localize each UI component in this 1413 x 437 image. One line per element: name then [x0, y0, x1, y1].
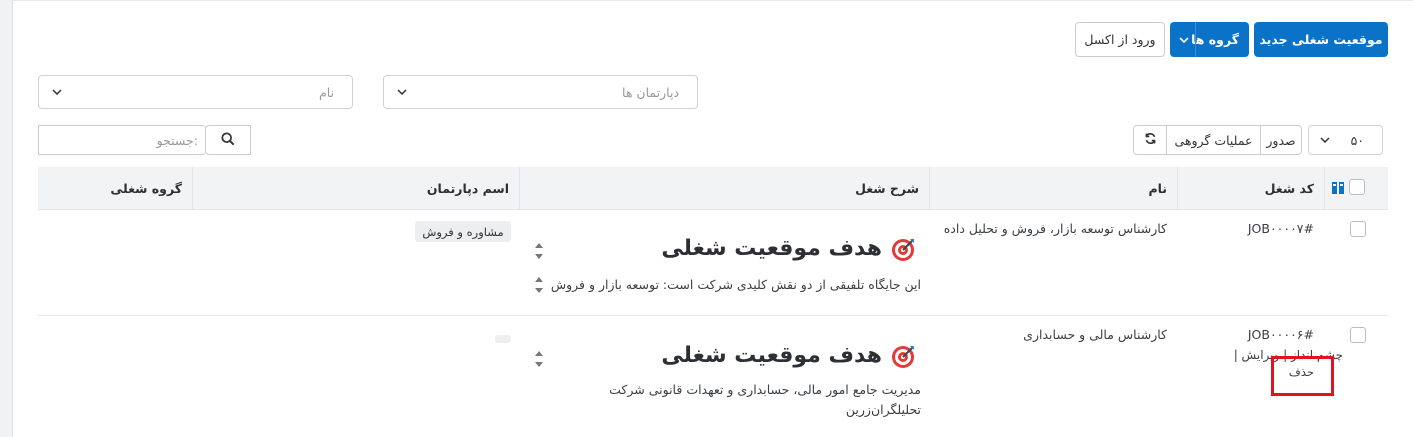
header-description-label: شرح شغل: [855, 180, 919, 196]
refresh-button[interactable]: [1133, 125, 1167, 155]
target-icon: [890, 237, 916, 266]
bulk-actions-button[interactable]: عملیات گروهی: [1166, 125, 1261, 155]
row-job-name: کارشناس توسعه بازار، فروش و تحلیل داده: [943, 221, 1167, 236]
row-checkbox[interactable]: [1350, 221, 1366, 237]
header-description[interactable]: شرح شغل: [520, 167, 930, 209]
name-filter-select[interactable]: نام: [38, 75, 353, 109]
search-icon: [221, 131, 235, 149]
export-button[interactable]: صدور: [1260, 125, 1302, 155]
chevron-down-icon: [1178, 34, 1190, 46]
search-button[interactable]: [205, 125, 251, 155]
header-name-label: نام: [1148, 180, 1167, 196]
description-text: تحلیلگران‌زرین: [845, 402, 921, 417]
column-toggle-icon[interactable]: [1331, 181, 1345, 198]
row-checkbox[interactable]: [1350, 327, 1366, 343]
select-all-checkbox[interactable]: [1349, 179, 1365, 195]
content-panel: [12, 0, 1413, 437]
sort-arrows-icon[interactable]: [534, 242, 544, 260]
row-divider: [38, 209, 1388, 210]
header-code[interactable]: کد شغل: [1178, 167, 1325, 209]
row-job-name: کارشناس مالی و حسابداری: [1023, 327, 1167, 342]
header-department-label: اسم دپارتمان: [426, 180, 509, 196]
new-position-button[interactable]: موقعیت شغلی جدید: [1254, 22, 1388, 57]
description-title: هدف موقعیت شغلی: [661, 236, 882, 261]
excel-import-button[interactable]: ورود از اکسل: [1075, 22, 1165, 57]
header-group-label: گروه شغلی: [110, 180, 182, 196]
page-size-select[interactable]: ۵۰: [1308, 125, 1383, 155]
search-input[interactable]: جستجو:: [38, 125, 206, 155]
description-text: مدیریت جامع امور مالی، حسابداری و تعهدات…: [609, 382, 921, 397]
sort-arrows-icon[interactable]: [534, 276, 544, 294]
header-department[interactable]: اسم دپارتمان: [193, 167, 520, 209]
header-code-label: کد شغل: [1264, 180, 1314, 196]
department-filter-placeholder: دپارتمان ها: [622, 84, 679, 100]
row-divider: [38, 315, 1388, 316]
header-name[interactable]: نام: [930, 167, 1178, 209]
chevron-down-icon: [51, 86, 63, 98]
groups-dropdown-button[interactable]: گروه ها: [1170, 22, 1249, 57]
department-filter-select[interactable]: دپارتمان ها: [383, 75, 698, 109]
target-icon: [890, 344, 916, 373]
description-text: این جایگاه تلفیقی از دو نقش کلیدی شرکت ا…: [550, 277, 921, 292]
header-group[interactable]: گروه شغلی: [38, 167, 193, 209]
name-filter-placeholder: نام: [318, 84, 334, 100]
button-divider: [1195, 22, 1196, 57]
description-title: هدف موقعیت شغلی: [661, 343, 882, 368]
chevron-down-icon: [396, 86, 408, 98]
row-job-code[interactable]: #JOB۰۰۰۰۷: [1248, 221, 1314, 236]
highlight-box: [1271, 356, 1334, 396]
refresh-icon: [1144, 132, 1157, 148]
sort-arrows-icon[interactable]: [534, 350, 544, 368]
groups-label: گروه ها: [1191, 32, 1239, 47]
page-size-value: ۵۰: [1350, 132, 1364, 148]
department-tag: [495, 335, 511, 343]
search-placeholder: جستجو:: [156, 132, 198, 148]
chevron-down-icon: [1319, 134, 1331, 146]
row-job-code[interactable]: #JOB۰۰۰۰۶: [1248, 327, 1314, 342]
department-tag: مشاوره و فروش: [415, 221, 511, 242]
